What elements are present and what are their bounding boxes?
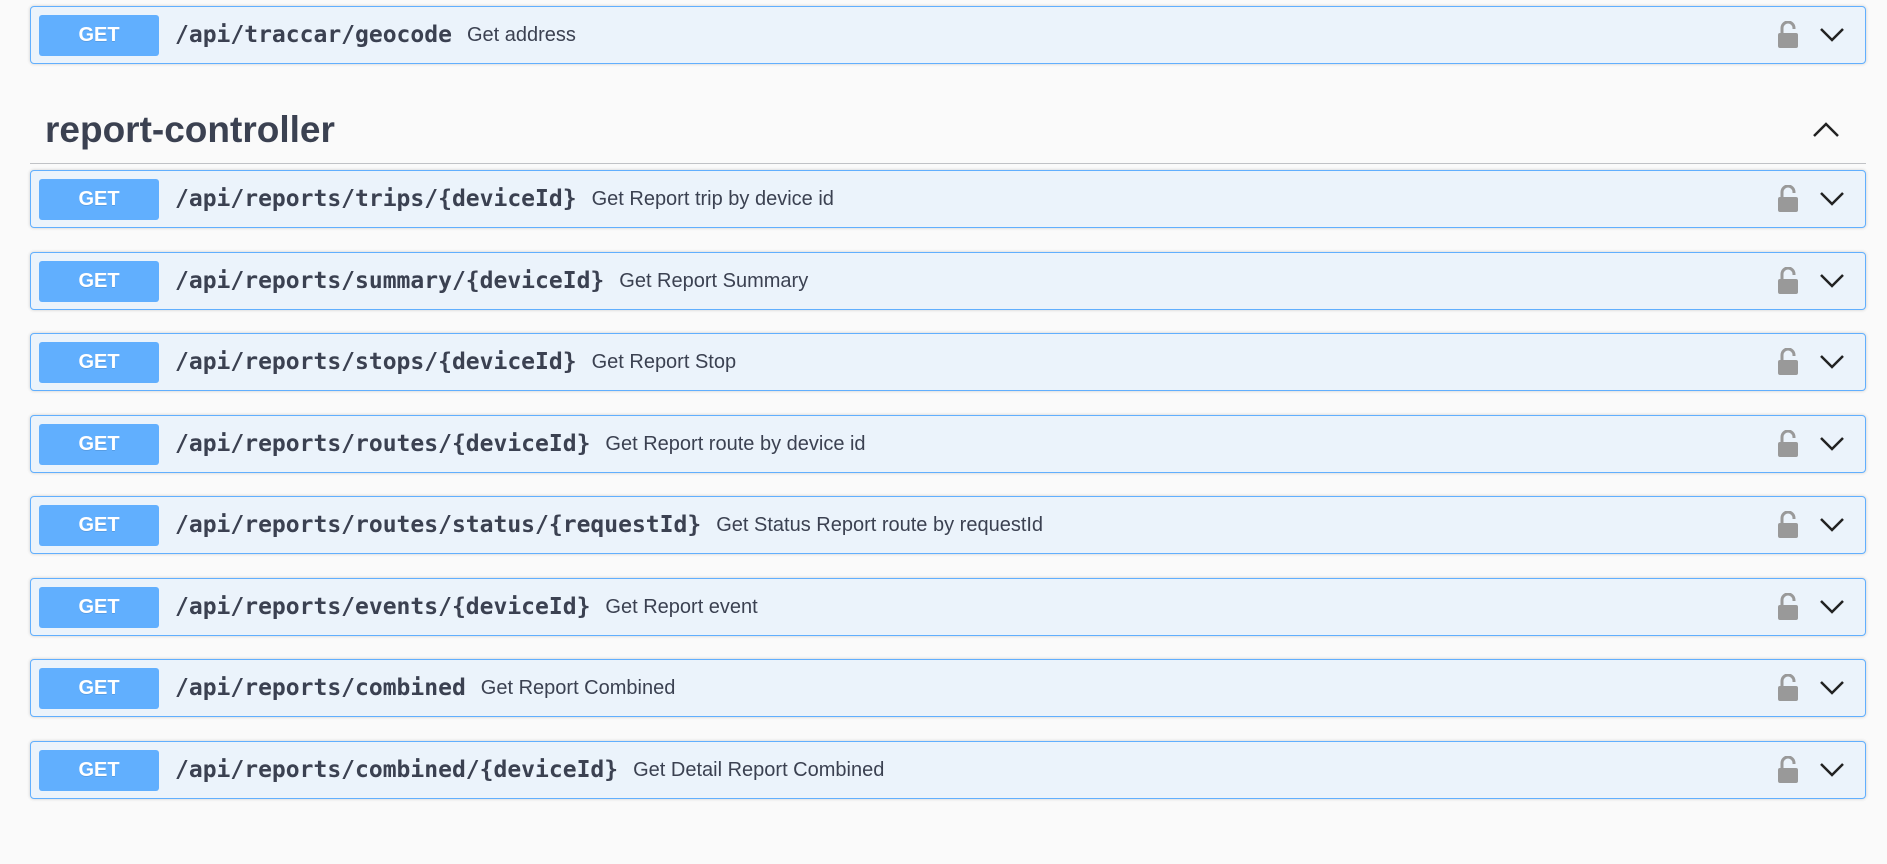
unlocked-padlock-icon[interactable] — [1775, 428, 1801, 460]
section-title: report-controller — [45, 108, 335, 150]
unlocked-padlock-icon[interactable] — [1775, 265, 1801, 297]
method-badge[interactable]: GET — [39, 504, 159, 546]
unlocked-padlock-svg — [1778, 756, 1798, 783]
endpoint-summary[interactable]: Get Detail Report Combined — [633, 759, 1775, 782]
endpoint-path[interactable]: /api/reports/routes/{deviceId} — [175, 431, 590, 457]
unlocked-padlock-svg — [1778, 674, 1798, 701]
chevron-down-svg — [1820, 763, 1844, 777]
unlocked-padlock-svg — [1778, 511, 1798, 538]
endpoint-row[interactable]: GET /api/reports/routes/{deviceId} Get R… — [30, 415, 1866, 473]
endpoint-path[interactable]: /api/reports/combined — [175, 675, 466, 701]
chevron-up-icon[interactable] — [1806, 110, 1846, 150]
chevron-down-icon[interactable] — [1817, 592, 1847, 622]
endpoint-path[interactable]: /api/reports/trips/{deviceId} — [175, 186, 577, 212]
chevron-down-icon[interactable] — [1817, 673, 1847, 703]
method-badge[interactable]: GET — [39, 423, 159, 465]
unlocked-padlock-icon[interactable] — [1775, 591, 1801, 623]
endpoint-row[interactable]: GET /api/reports/summary/{deviceId} Get … — [30, 252, 1866, 310]
chevron-down-svg — [1820, 192, 1844, 206]
endpoint-summary[interactable]: Get Report Summary — [619, 270, 1775, 293]
chevron-down-icon[interactable] — [1817, 510, 1847, 540]
unlocked-padlock-icon[interactable] — [1775, 346, 1801, 378]
method-badge[interactable]: GET — [39, 178, 159, 220]
unlocked-padlock-icon[interactable] — [1775, 672, 1801, 704]
endpoint-row-traccar-geocode[interactable]: GET /api/traccar/geocode Get address — [30, 6, 1866, 64]
unlocked-padlock-icon[interactable] — [1775, 754, 1801, 786]
endpoint-summary[interactable]: Get Report trip by device id — [592, 188, 1775, 211]
endpoint-path[interactable]: /api/reports/summary/{deviceId} — [175, 268, 604, 294]
endpoint-path[interactable]: /api/reports/routes/status/{requestId} — [175, 512, 701, 538]
chevron-down-svg — [1820, 437, 1844, 451]
swagger-page: GET /api/traccar/geocode Get address rep… — [0, 0, 1887, 864]
chevron-down-svg — [1820, 518, 1844, 532]
chevron-down-svg — [1820, 274, 1844, 288]
endpoint-summary[interactable]: Get Report Stop — [592, 351, 1775, 374]
endpoint-path[interactable]: /api/reports/events/{deviceId} — [175, 594, 590, 620]
endpoint-row[interactable]: GET /api/reports/routes/status/{requestI… — [30, 496, 1866, 554]
method-badge[interactable]: GET — [39, 341, 159, 383]
chevron-down-svg — [1820, 600, 1844, 614]
endpoint-summary[interactable]: Get Report Combined — [481, 677, 1775, 700]
unlocked-padlock-svg — [1778, 593, 1798, 620]
endpoint-summary[interactable]: Get Status Report route by requestId — [716, 514, 1775, 537]
endpoint-path[interactable]: /api/traccar/geocode — [175, 22, 452, 48]
endpoint-row[interactable]: GET /api/reports/combined Get Report Com… — [30, 659, 1866, 717]
unlocked-padlock-svg — [1778, 21, 1798, 48]
chevron-down-icon[interactable] — [1817, 755, 1847, 785]
chevron-down-svg — [1820, 355, 1844, 369]
unlocked-padlock-svg — [1778, 267, 1798, 294]
unlocked-padlock-svg — [1778, 185, 1798, 212]
endpoint-row[interactable]: GET /api/reports/events/{deviceId} Get R… — [30, 578, 1866, 636]
chevron-down-icon[interactable] — [1817, 20, 1847, 50]
chevron-up-svg — [1813, 121, 1839, 137]
unlocked-padlock-icon[interactable] — [1775, 509, 1801, 541]
unlocked-padlock-icon[interactable] — [1775, 19, 1801, 51]
endpoint-summary[interactable]: Get Report route by device id — [605, 433, 1775, 456]
endpoint-row[interactable]: GET /api/reports/combined/{deviceId} Get… — [30, 741, 1866, 799]
unlocked-padlock-svg — [1778, 430, 1798, 457]
endpoint-row[interactable]: GET /api/reports/stops/{deviceId} Get Re… — [30, 333, 1866, 391]
endpoint-summary[interactable]: Get address — [467, 24, 1775, 47]
chevron-down-icon[interactable] — [1817, 347, 1847, 377]
endpoint-summary[interactable]: Get Report event — [605, 596, 1775, 619]
unlocked-padlock-icon[interactable] — [1775, 183, 1801, 215]
report-controller-section-header[interactable]: report-controller — [30, 96, 1866, 164]
endpoint-path[interactable]: /api/reports/combined/{deviceId} — [175, 757, 618, 783]
chevron-down-icon[interactable] — [1817, 184, 1847, 214]
method-badge[interactable]: GET — [39, 260, 159, 302]
unlocked-padlock-svg — [1778, 348, 1798, 375]
chevron-down-icon[interactable] — [1817, 266, 1847, 296]
endpoint-path[interactable]: /api/reports/stops/{deviceId} — [175, 349, 577, 375]
method-badge[interactable]: GET — [39, 586, 159, 628]
method-badge[interactable]: GET — [39, 749, 159, 791]
method-badge[interactable]: GET — [39, 667, 159, 709]
chevron-down-svg — [1820, 28, 1844, 42]
chevron-down-icon[interactable] — [1817, 429, 1847, 459]
chevron-down-svg — [1820, 681, 1844, 695]
endpoint-row[interactable]: GET /api/reports/trips/{deviceId} Get Re… — [30, 170, 1866, 228]
method-badge[interactable]: GET — [39, 14, 159, 56]
